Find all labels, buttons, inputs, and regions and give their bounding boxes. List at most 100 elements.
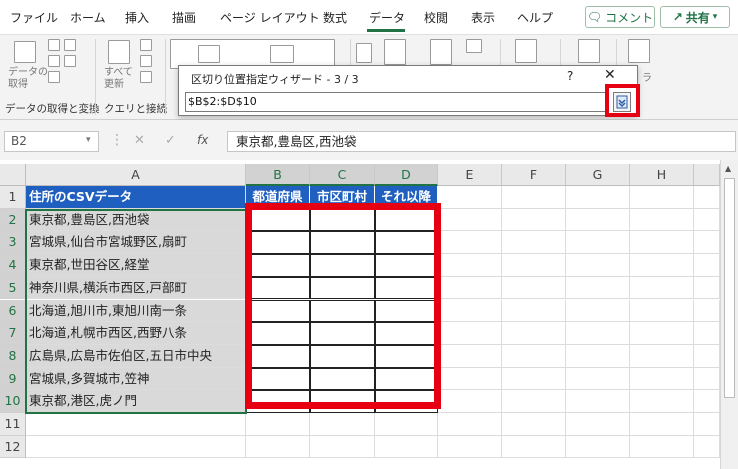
row-header-5[interactable]: 5 — [0, 276, 26, 300]
cell-x4[interactable] — [694, 254, 720, 277]
cell-a6[interactable]: 北海道,旭川市,東旭川南一条 — [26, 299, 246, 323]
comment-button[interactable]: 🗨 コメント — [585, 6, 655, 28]
row-header-9[interactable]: 9 — [0, 367, 26, 391]
tab-file[interactable]: ファイル — [10, 9, 58, 27]
tab-formulas[interactable]: 数式 — [323, 9, 347, 27]
cell-d9[interactable] — [375, 367, 438, 391]
cell-c1[interactable]: 市区町村 — [310, 186, 375, 209]
cell-f6[interactable] — [502, 299, 566, 323]
cell-a1[interactable]: 住所のCSVデータ — [26, 186, 246, 209]
row-header-10[interactable]: 10 — [0, 390, 26, 413]
cell-a5[interactable]: 神奈川県,横浜市西区,戸部町 — [26, 276, 246, 300]
cell-d5[interactable] — [375, 276, 438, 300]
cell-g3[interactable] — [566, 231, 630, 255]
cell-c5[interactable] — [310, 276, 375, 300]
cell-a12[interactable] — [26, 435, 246, 459]
confirm-icon[interactable]: ✓ — [165, 133, 176, 148]
cell-e9[interactable] — [438, 367, 502, 391]
geography-icon[interactable] — [270, 45, 294, 63]
row-header-12[interactable]: 12 — [0, 435, 26, 459]
cell-g9[interactable] — [566, 367, 630, 391]
cell-b12[interactable] — [246, 435, 310, 459]
database-icon[interactable] — [14, 41, 36, 63]
cell-h5[interactable] — [630, 276, 694, 300]
cell-x8[interactable] — [694, 344, 720, 368]
share-button[interactable]: ↗ 共有 ▾ — [660, 6, 730, 28]
cell-f2[interactable] — [502, 208, 566, 232]
cell-g4[interactable] — [566, 254, 630, 277]
cell-a3[interactable]: 宮城県,仙台市宮城野区,扇町 — [26, 231, 246, 255]
recent-sources-icon[interactable] — [64, 55, 76, 67]
cell-x3[interactable] — [694, 231, 720, 255]
cell-d10[interactable] — [375, 390, 438, 413]
cell-b3[interactable] — [246, 231, 310, 255]
cell-b11[interactable] — [246, 413, 310, 436]
tab-data[interactable]: データ — [369, 9, 405, 27]
column-header-b[interactable]: B — [246, 164, 310, 186]
properties-icon[interactable] — [140, 55, 152, 67]
cell-g6[interactable] — [566, 299, 630, 323]
cell-h1[interactable] — [630, 186, 694, 209]
cell-b9[interactable] — [246, 367, 310, 391]
cell-a9[interactable]: 宮城県,多賀城市,笠神 — [26, 367, 246, 391]
sort-icon[interactable] — [384, 39, 406, 65]
cell-f12[interactable] — [502, 435, 566, 459]
cell-d11[interactable] — [375, 413, 438, 436]
cell-h4[interactable] — [630, 254, 694, 277]
cell-g12[interactable] — [566, 435, 630, 459]
row-header-11[interactable]: 11 — [0, 413, 26, 436]
cell-h8[interactable] — [630, 344, 694, 368]
tab-view[interactable]: 表示 — [471, 9, 495, 27]
row-header-3[interactable]: 3 — [0, 231, 26, 255]
edit-links-icon[interactable] — [140, 71, 152, 83]
row-header-4[interactable]: 4 — [0, 254, 26, 277]
name-box[interactable]: B2 — [4, 131, 99, 152]
cell-d1[interactable]: それ以降 — [375, 186, 438, 209]
formula-input[interactable]: 東京都,豊島区,西池袋 — [227, 131, 736, 152]
cell-x2[interactable] — [694, 208, 720, 232]
cell-d12[interactable] — [375, 435, 438, 459]
cell-a7[interactable]: 北海道,札幌市西区,西野八条 — [26, 322, 246, 345]
cell-e8[interactable] — [438, 344, 502, 368]
cell-f3[interactable] — [502, 231, 566, 255]
cell-d3[interactable] — [375, 231, 438, 255]
column-header-e[interactable]: E — [438, 164, 502, 186]
tab-draw[interactable]: 描画 — [172, 9, 196, 27]
cell-x9[interactable] — [694, 367, 720, 391]
row-header-6[interactable]: 6 — [0, 299, 26, 323]
column-header-a[interactable]: A — [26, 164, 246, 186]
cell-a2[interactable]: 東京都,豊島区,西池袋 — [26, 208, 246, 232]
cell-x10[interactable] — [694, 390, 720, 413]
cell-b6[interactable] — [246, 299, 310, 323]
cell-c11[interactable] — [310, 413, 375, 436]
cell-e5[interactable] — [438, 276, 502, 300]
clear-filter-icon[interactable] — [466, 39, 482, 53]
cell-d6[interactable] — [375, 299, 438, 323]
scroll-up-icon[interactable]: ▲ — [725, 164, 731, 173]
cell-d4[interactable] — [375, 254, 438, 277]
tab-home[interactable]: ホーム — [70, 9, 106, 27]
cell-e3[interactable] — [438, 231, 502, 255]
cell-b1[interactable]: 都道府県 — [246, 186, 310, 209]
cell-b10[interactable] — [246, 390, 310, 413]
close-button[interactable]: ✕ — [604, 67, 616, 83]
cell-h12[interactable] — [630, 435, 694, 459]
cell-h10[interactable] — [630, 390, 694, 413]
column-header-h[interactable]: H — [630, 164, 694, 186]
cell-a10[interactable]: 東京都,港区,虎ノ門 — [26, 390, 246, 413]
cell-f4[interactable] — [502, 254, 566, 277]
cell-g2[interactable] — [566, 208, 630, 232]
cell-x7[interactable] — [694, 322, 720, 345]
cell-c10[interactable] — [310, 390, 375, 413]
column-header-g[interactable]: G — [566, 164, 630, 186]
cell-c6[interactable] — [310, 299, 375, 323]
tab-page-layout[interactable]: ページ レイアウト — [220, 9, 320, 27]
row-header-1[interactable]: 1 — [0, 186, 26, 209]
cell-x1[interactable] — [694, 186, 720, 209]
tab-help[interactable]: ヘルプ — [517, 9, 553, 27]
cell-x12[interactable] — [694, 435, 720, 459]
cell-h7[interactable] — [630, 322, 694, 345]
cell-a4[interactable]: 東京都,世田谷区,経堂 — [26, 254, 246, 277]
cell-a11[interactable] — [26, 413, 246, 436]
cell-g5[interactable] — [566, 276, 630, 300]
